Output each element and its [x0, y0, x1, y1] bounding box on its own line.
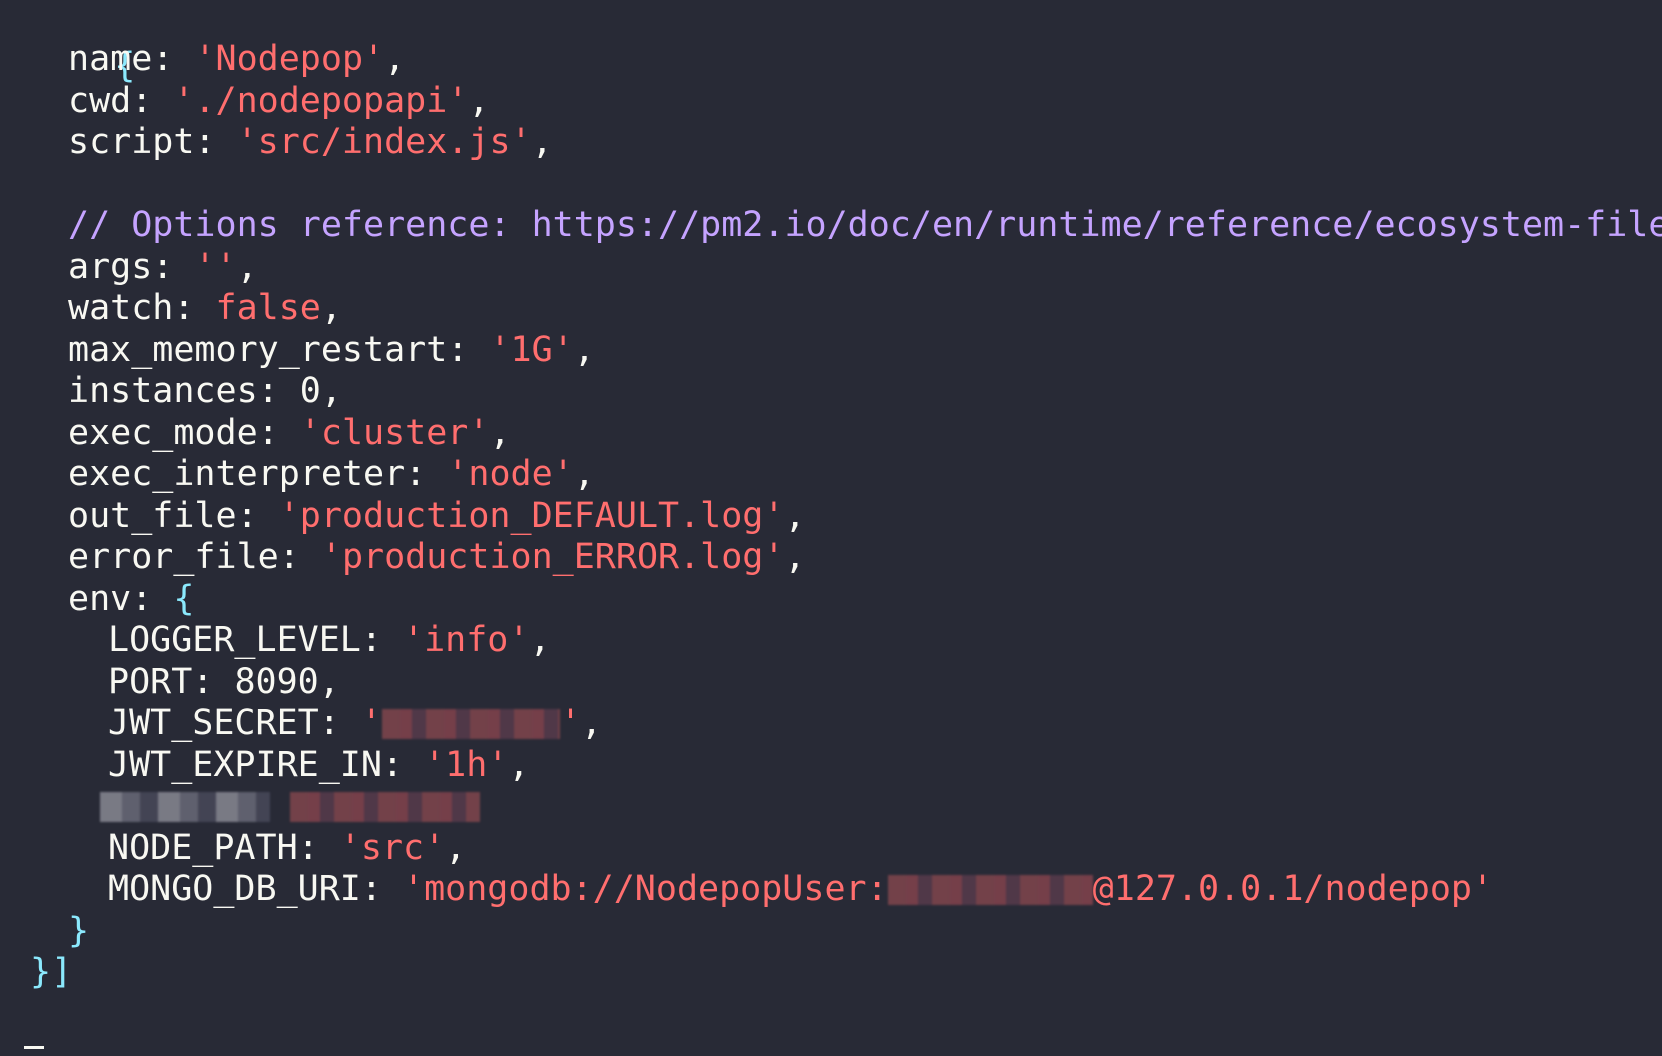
code-line-cwd: cwd: './nodepopapi', [30, 79, 489, 123]
instances-key: instances: [68, 371, 300, 411]
script-key: script: [68, 122, 237, 162]
max-memory-value: '1G' [489, 330, 574, 370]
env-close-brace: } [68, 911, 90, 951]
comma: , [784, 537, 806, 577]
comma: , [236, 247, 258, 287]
instances-value: 0 [299, 371, 321, 411]
jwt-expire-key: JWT_EXPIRE_IN: [108, 745, 425, 785]
comma: , [320, 288, 342, 328]
code-line-exec-interpreter: exec_interpreter: 'node', [30, 452, 595, 496]
quote: ' [360, 703, 382, 743]
code-line-logger-level: LOGGER_LEVEL: 'info', [30, 618, 551, 662]
args-key: args: [68, 247, 195, 287]
comma: , [531, 122, 553, 162]
code-line-max-memory: max_memory_restart: '1G', [30, 328, 595, 372]
exec-interpreter-key: exec_interpreter: [68, 454, 448, 494]
comma: , [320, 371, 342, 411]
args-value: '' [194, 247, 237, 287]
options-comment: // Options reference: https://pm2.io/doc… [68, 205, 1662, 245]
code-line-script: script: 'src/index.js', [30, 120, 553, 164]
out-file-key: out_file: [68, 496, 279, 536]
node-path-value: 'src' [339, 828, 446, 868]
comma: , [318, 662, 340, 702]
code-line-comment: // Options reference: https://pm2.io/doc… [30, 203, 1662, 247]
error-file-key: error_file: [68, 537, 321, 577]
code-line-env-close: } [30, 909, 89, 953]
code-line-exec-mode: exec_mode: 'cluster', [30, 411, 511, 455]
port-value: 8090 [234, 662, 319, 702]
cwd-key: cwd: [68, 81, 174, 121]
code-line-env: env: { [30, 577, 194, 621]
quote: ' [559, 703, 582, 743]
port-key: PORT: [108, 662, 235, 702]
script-value: 'src/index.js' [236, 122, 532, 162]
env-key: env: [68, 579, 174, 619]
env-open-brace: { [173, 579, 195, 619]
code-line-out-file: out_file: 'production_DEFAULT.log', [30, 494, 806, 538]
name-value: 'Nodepop' [194, 39, 385, 79]
code-line-node-path: NODE_PATH: 'src', [30, 826, 466, 870]
cwd-value: './nodepopapi' [173, 81, 469, 121]
comma: , [384, 39, 406, 79]
code-line-error-file: error_file: 'production_ERROR.log', [30, 535, 806, 579]
exec-interpreter-value: 'node' [447, 454, 574, 494]
comma: , [468, 81, 490, 121]
code-line-name: name: 'Nodepop', [30, 37, 405, 81]
comma: , [508, 745, 530, 785]
code-line-jwt-secret: JWT_SECRET: ' ', [30, 701, 602, 745]
out-file-value: 'production_DEFAULT.log' [278, 496, 785, 536]
logger-level-key: LOGGER_LEVEL: [108, 620, 404, 660]
jwt-expire-value: '1h' [424, 745, 509, 785]
watch-key: watch: [68, 288, 216, 328]
redacted-mongo-password [887, 875, 1093, 905]
comma: , [784, 496, 806, 536]
code-line-jwt-expire: JWT_EXPIRE_IN: '1h', [30, 743, 529, 787]
error-file-value: 'production_ERROR.log' [320, 537, 785, 577]
logger-level-value: 'info' [403, 620, 530, 660]
comma: , [573, 454, 595, 494]
code-line-mongo-uri: MONGO_DB_URI: 'mongodb://NodepopUser: @12… [30, 867, 1493, 911]
code-line-close: }] [30, 950, 72, 994]
text-cursor [24, 1046, 44, 1049]
code-line-instances: instances: 0, [30, 369, 342, 413]
redacted-value [290, 792, 480, 822]
max-memory-key: max_memory_restart: [68, 330, 490, 370]
code-editor[interactable]: { name: 'Nodepop', cwd: './nodepopapi', … [0, 0, 1662, 1056]
comma: , [581, 703, 603, 743]
redacted-key [100, 792, 270, 822]
exec-mode-value: 'cluster' [299, 413, 490, 453]
code-line-redacted [100, 784, 480, 828]
comma: , [573, 330, 595, 370]
mongo-uri-value-end: @127.0.0.1/nodepop' [1092, 869, 1494, 909]
code-line-args: args: '', [30, 245, 258, 289]
comma: , [489, 413, 511, 453]
code-line-watch: watch: false, [30, 286, 342, 330]
jwt-secret-key: JWT_SECRET: [108, 703, 361, 743]
exec-mode-key: exec_mode: [68, 413, 300, 453]
watch-value: false [215, 288, 321, 328]
comma: , [445, 828, 467, 868]
close-bracket: }] [30, 952, 73, 992]
redacted-jwt-secret [381, 709, 560, 739]
comma: , [529, 620, 551, 660]
name-key: name: [68, 39, 195, 79]
mongo-uri-value-start: 'mongodb://NodepopUser: [403, 869, 888, 909]
code-line-port: PORT: 8090, [30, 660, 340, 704]
mongo-uri-key: MONGO_DB_URI: [108, 869, 404, 909]
node-path-key: NODE_PATH: [108, 828, 340, 868]
